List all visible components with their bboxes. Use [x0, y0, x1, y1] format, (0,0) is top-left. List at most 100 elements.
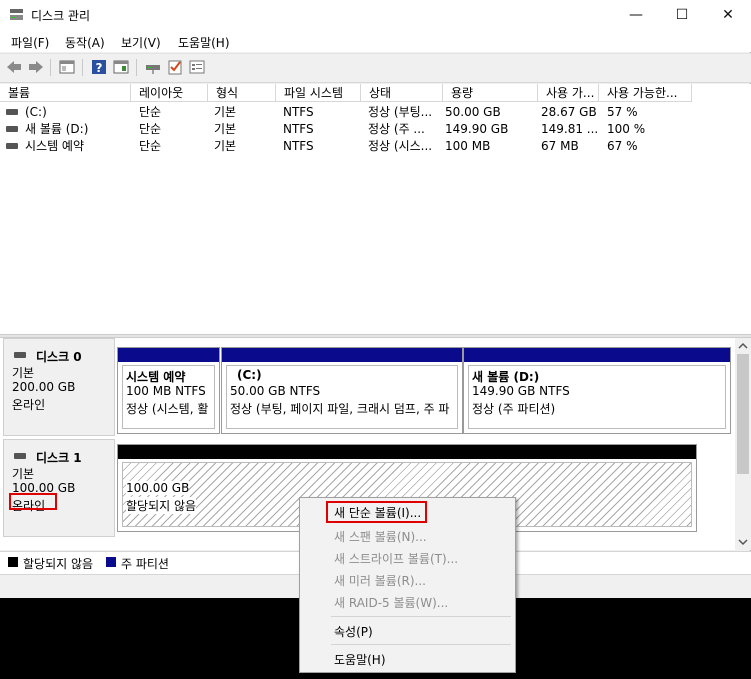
cell-capacity: 100 MB [445, 139, 491, 153]
column-header-status[interactable]: 상태 [361, 84, 443, 102]
menu-view[interactable]: 보기(V) [121, 34, 161, 51]
drive-icon [6, 143, 18, 149]
partition-title: 시스템 예약 [126, 370, 186, 384]
svg-text:?: ? [96, 61, 103, 75]
partition-c[interactable]: (C:) 50.00 GB NTFS 정상 (부팅, 페이지 파일, 크래시 덤… [221, 347, 463, 434]
cell-capacity: 149.90 GB [445, 122, 509, 136]
partition-title: 새 볼륨 (D:) [472, 370, 540, 384]
table-row[interactable]: 시스템 예약 단순 기본 NTFS 정상 (시스... 100 MB 67 MB… [0, 138, 751, 155]
cell-volume: (C:) [25, 105, 47, 119]
disk-size: 200.00 GB [12, 380, 76, 394]
partition-size-fs: 149.90 GB NTFS [472, 384, 570, 398]
partition-body: 시스템 예약 100 MB NTFS 정상 (시스템, 활 [122, 365, 215, 429]
checklist-icon[interactable] [166, 58, 184, 76]
partition-status: 정상 (부팅, 페이지 파일, 크래시 덤프, 주 파 [230, 402, 450, 416]
disk-name: 디스크 0 [36, 350, 82, 364]
maximize-button[interactable]: ☐ [659, 0, 705, 30]
column-header-percent-free[interactable]: 사용 가능한... [599, 84, 692, 102]
partition-d[interactable]: 새 볼륨 (D:) 149.90 GB NTFS 정상 (주 파티션) [463, 347, 731, 434]
back-icon[interactable] [5, 58, 23, 76]
drive-icon [6, 126, 18, 132]
minimize-button[interactable]: — [613, 0, 659, 30]
column-header-volume[interactable]: 볼륨 [0, 84, 131, 102]
toolbar-separator [50, 59, 51, 76]
partition-type-bar [464, 348, 730, 362]
cell-layout: 단순 [139, 122, 162, 136]
legend-label-primary: 주 파티션 [121, 557, 169, 571]
menu-item-properties[interactable]: 속성(P) [334, 623, 373, 640]
toolbar-separator [82, 59, 83, 76]
context-menu: 새 단순 볼륨(I)... 새 스팬 볼륨(N)... 새 스트라이프 볼륨(T… [299, 497, 516, 673]
legend-swatch-primary [106, 557, 116, 567]
show-hide-action-pane-icon[interactable] [112, 58, 130, 76]
cell-percent-free: 67 % [607, 139, 638, 153]
column-header-capacity[interactable]: 용량 [443, 84, 538, 102]
cell-type: 기본 [214, 139, 237, 153]
cell-layout: 단순 [139, 105, 162, 119]
table-row[interactable]: (C:) 단순 기본 NTFS 정상 (부팅... 50.00 GB 28.67… [0, 104, 751, 121]
close-button[interactable]: ✕ [705, 0, 751, 30]
scroll-up-arrow-icon[interactable] [738, 342, 748, 350]
disk-icon [14, 352, 26, 358]
menu-help[interactable]: 도움말(H) [178, 34, 230, 51]
partition-type-bar [118, 445, 696, 459]
disk-name: 디스크 1 [36, 451, 82, 465]
menu-separator [331, 644, 511, 645]
disk-icon [14, 453, 26, 459]
menu-item-new-mirrored-volume: 새 미러 볼륨(R)... [334, 574, 426, 588]
scroll-down-arrow-icon[interactable] [738, 538, 748, 546]
partition-status: 할당되지 않음 [126, 497, 197, 514]
cell-free-space: 149.81 ... [541, 122, 598, 136]
cell-filesystem: NTFS [283, 139, 314, 153]
cell-volume: 시스템 예약 [25, 139, 85, 153]
partition-status: 정상 (주 파티션) [472, 402, 556, 416]
cell-layout: 단순 [139, 139, 162, 153]
menu-item-new-raid5-volume: 새 RAID-5 볼륨(W)... [334, 596, 449, 610]
toolbar-separator [136, 59, 137, 76]
cell-percent-free: 100 % [607, 122, 646, 136]
highlight-online-status [9, 493, 57, 510]
menu-separator [331, 616, 511, 617]
forward-icon[interactable] [27, 58, 45, 76]
column-header-layout[interactable]: 레이아웃 [131, 84, 208, 102]
disk-status: 온라인 [12, 398, 46, 412]
partition-body: 새 볼륨 (D:) 149.90 GB NTFS 정상 (주 파티션) [468, 365, 726, 429]
partition-body: (C:) 50.00 GB NTFS 정상 (부팅, 페이지 파일, 크래시 덤… [226, 365, 458, 429]
disk-0-label[interactable]: 디스크 0 기본 200.00 GB 온라인 [3, 338, 115, 436]
column-header-filesystem[interactable]: 파일 시스템 [276, 84, 361, 102]
cell-free-space: 28.67 GB [541, 105, 597, 119]
partition-system-reserved[interactable]: 시스템 예약 100 MB NTFS 정상 (시스템, 활 [117, 347, 220, 434]
volume-list: 볼륨 레이아웃 형식 파일 시스템 상태 용량 사용 가... 사용 가능한..… [0, 84, 751, 334]
cell-status: 정상 (부팅... [368, 105, 433, 119]
legend-label-unallocated: 할당되지 않음 [23, 557, 94, 571]
menu-item-new-spanned-volume: 새 스팬 볼륨(N)... [334, 530, 427, 544]
disk-type: 기본 [12, 366, 35, 380]
help-icon[interactable]: ? [90, 58, 108, 76]
menu-bar: 파일(F) 동작(A) 보기(V) 도움말(H) [0, 30, 751, 52]
column-header-type[interactable]: 형식 [208, 84, 276, 102]
partition-size: 100.00 GB [126, 481, 190, 495]
cell-status: 정상 (시스... [368, 139, 433, 153]
scroll-thumb[interactable] [737, 354, 749, 474]
toolbar: ? [0, 53, 751, 83]
disk-1-label[interactable]: 디스크 1 기본 100.00 GB 온라인 [3, 439, 115, 537]
menu-action[interactable]: 동작(A) [65, 34, 105, 51]
title-bar: 디스크 관리 — ☐ ✕ [0, 0, 751, 30]
partition-type-bar [222, 348, 462, 362]
menu-file[interactable]: 파일(F) [11, 34, 49, 51]
properties-icon[interactable] [188, 58, 206, 76]
cell-filesystem: NTFS [283, 122, 314, 136]
drive-icon [6, 109, 18, 115]
menu-item-help[interactable]: 도움말(H) [334, 651, 386, 668]
menu-item-new-striped-volume: 새 스트라이프 볼륨(T)... [334, 552, 459, 566]
cell-volume: 새 볼륨 (D:) [25, 122, 89, 136]
cell-filesystem: NTFS [283, 105, 314, 119]
column-header-free-space[interactable]: 사용 가... [538, 84, 599, 102]
graph-scrollbar[interactable] [735, 338, 751, 550]
table-row[interactable]: 새 볼륨 (D:) 단순 기본 NTFS 정상 (주 ... 149.90 GB… [0, 121, 751, 138]
window-title: 디스크 관리 [31, 9, 91, 23]
show-hide-tree-icon[interactable] [58, 58, 76, 76]
connect-drive-icon[interactable] [144, 58, 162, 76]
partition-status: 정상 (시스템, 활 [126, 402, 209, 416]
partition-title: (C:) [237, 368, 262, 382]
